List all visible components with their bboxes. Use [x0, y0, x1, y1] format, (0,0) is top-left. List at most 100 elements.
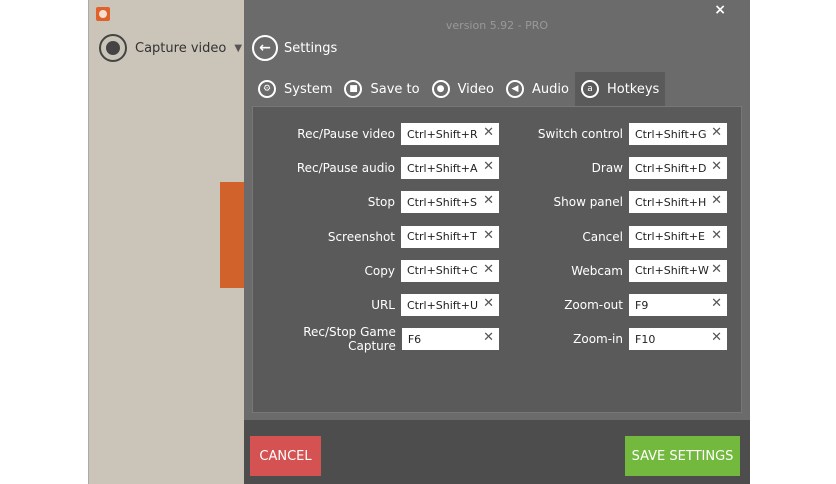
clear-icon[interactable]: ✕	[711, 193, 722, 208]
hotkey-row: Screenshot Ctrl+Shift+T ✕	[327, 225, 499, 248]
clear-icon[interactable]: ✕	[483, 125, 494, 140]
hotkey-label: Zoom-in	[573, 332, 623, 347]
tab-video[interactable]: ● Video	[426, 72, 500, 106]
clear-icon[interactable]: ✕	[711, 330, 722, 345]
hotkey-label: Stop	[367, 195, 395, 210]
record-icon: ●	[431, 80, 450, 98]
chevron-down-icon: ▼	[234, 42, 243, 54]
hotkey-label: Show panel	[553, 195, 624, 210]
tab-label: System	[284, 81, 333, 97]
hotkey-value: Ctrl+Shift+A	[407, 161, 478, 175]
hotkey-input[interactable]: Ctrl+Shift+T ✕	[401, 225, 499, 248]
speaker-icon: ◀	[506, 80, 525, 98]
hotkey-value: Ctrl+Shift+W	[635, 264, 709, 278]
clear-icon[interactable]: ✕	[711, 228, 722, 243]
hotkey-row: Zoom-out F9 ✕	[564, 294, 727, 316]
hotkey-input[interactable]: Ctrl+Shift+D ✕	[629, 157, 727, 180]
hotkey-input[interactable]: F9 ✕	[629, 294, 727, 316]
hotkey-row: Rec/Pause audio Ctrl+Shift+A ✕	[297, 157, 499, 180]
hotkey-input[interactable]: Ctrl+Shift+C ✕	[401, 259, 499, 282]
hotkey-input[interactable]: F6 ✕	[401, 328, 499, 351]
close-button[interactable]: ×	[714, 2, 726, 18]
clear-icon[interactable]: ✕	[483, 159, 494, 174]
hotkey-row: Show panel Ctrl+Shift+H ✕	[553, 191, 727, 214]
hotkey-value: Ctrl+Shift+S	[407, 195, 477, 209]
clear-icon[interactable]: ✕	[483, 296, 494, 311]
hotkey-label: URL	[371, 298, 395, 312]
capture-mode-label: Capture video	[135, 40, 227, 56]
tab-label: Audio	[532, 81, 569, 97]
hotkey-input[interactable]: Ctrl+Shift+A ✕	[401, 157, 499, 180]
tab-system[interactable]: ⚙ System	[252, 72, 338, 106]
hotkey-label: Copy	[364, 263, 395, 278]
hotkey-row: Rec/Pause video Ctrl+Shift+R ✕	[297, 123, 499, 145]
clear-icon[interactable]: ✕	[483, 193, 494, 208]
hotkey-row: Cancel Ctrl+Shift+E ✕	[582, 225, 727, 248]
hotkey-row: URL Ctrl+Shift+U ✕	[371, 294, 499, 316]
cancel-button[interactable]: CANCEL	[250, 436, 321, 476]
hotkey-input[interactable]: Ctrl+Shift+U ✕	[401, 294, 499, 316]
hotkey-row: Switch control Ctrl+Shift+G ✕	[538, 123, 727, 145]
tab-label: Video	[457, 81, 495, 97]
hotkey-value: Ctrl+Shift+R	[407, 127, 478, 141]
page-title: Settings	[284, 40, 338, 56]
clear-icon[interactable]: ✕	[711, 296, 722, 311]
hotkey-value: Ctrl+Shift+U	[407, 298, 479, 312]
hotkey-label: Rec/Pause video	[297, 127, 395, 141]
hotkey-label: Zoom-out	[564, 298, 623, 312]
clear-icon[interactable]: ✕	[483, 262, 494, 277]
settings-panel: version 5.92 - PRO × ← Settings ⚙ System …	[244, 0, 750, 484]
hotkey-row: Zoom-in F10 ✕	[573, 328, 727, 351]
hotkey-label: Switch control	[537, 127, 623, 141]
tab-label: Hotkeys	[606, 81, 660, 97]
record-icon	[99, 34, 127, 62]
hotkey-row: Stop Ctrl+Shift+S ✕	[367, 191, 499, 214]
gears-icon: ⚙	[258, 80, 276, 98]
hotkey-input[interactable]: Ctrl+Shift+R ✕	[401, 123, 499, 145]
back-button[interactable]: ← Settings	[252, 35, 337, 61]
hotkey-value: F10	[635, 332, 656, 346]
tab-save-to[interactable]: ■ Save to	[338, 72, 425, 106]
clear-icon[interactable]: ✕	[711, 262, 722, 277]
tab-bar: ⚙ System ■ Save to ● Video ◀ Audio a Hotkeys	[252, 72, 666, 106]
hotkeys-content: Rec/Pause video Ctrl+Shift+R ✕ Rec/Pause au…	[252, 106, 742, 413]
hotkey-value: F9	[635, 298, 649, 312]
hotkey-label: Rec/Stop Game Capture	[303, 325, 396, 354]
folder-icon: ■	[344, 80, 363, 98]
hotkey-value: Ctrl+Shift+G	[635, 127, 707, 141]
hotkey-label: Webcam	[571, 263, 623, 278]
arrow-left-icon: ←	[252, 35, 278, 61]
hotkey-row: Copy Ctrl+Shift+C ✕	[364, 259, 499, 282]
hotkey-input[interactable]: Ctrl+Shift+G ✕	[629, 123, 727, 145]
hotkey-input[interactable]: F10 ✕	[629, 328, 727, 351]
hotkey-row: Draw Ctrl+Shift+D ✕	[591, 157, 727, 180]
hotkey-input[interactable]: Ctrl+Shift+E ✕	[629, 225, 727, 248]
clear-icon[interactable]: ✕	[483, 228, 494, 243]
hotkey-value: F6	[407, 332, 422, 346]
footer: CANCEL SAVE SETTINGS	[244, 420, 750, 484]
version-label: version 5.92 - PRO	[445, 19, 549, 32]
hotkey-value: Ctrl+Shift+H	[635, 195, 707, 209]
save-settings-button[interactable]: SAVE SETTINGS	[625, 436, 740, 476]
clear-icon[interactable]: ✕	[483, 330, 494, 345]
hotkey-value: Ctrl+Shift+C	[407, 264, 478, 278]
hotkey-label: Draw	[591, 161, 623, 176]
keyboard-icon: a	[580, 80, 599, 98]
hotkey-label: Screenshot	[327, 229, 395, 244]
hotkey-row: Webcam Ctrl+Shift+W ✕	[571, 259, 727, 282]
tab-audio[interactable]: ◀ Audio	[500, 72, 575, 106]
app-logo-icon	[96, 7, 110, 21]
hotkey-value: Ctrl+Shift+D	[635, 161, 707, 175]
hotkey-label: Cancel	[582, 229, 623, 244]
capture-mode-dropdown[interactable]: Capture video ▼	[99, 34, 242, 62]
tab-label: Save to	[370, 81, 420, 97]
hotkey-value: Ctrl+Shift+T	[407, 230, 477, 244]
hotkey-row: Rec/Stop Game Capture F6 ✕	[253, 325, 499, 354]
hotkey-input[interactable]: Ctrl+Shift+H ✕	[629, 191, 727, 214]
hotkey-input[interactable]: Ctrl+Shift+W ✕	[629, 259, 727, 282]
background-window	[220, 182, 244, 288]
hotkey-input[interactable]: Ctrl+Shift+S ✕	[401, 191, 499, 214]
tab-hotkeys[interactable]: a Hotkeys	[574, 72, 666, 106]
clear-icon[interactable]: ✕	[711, 159, 722, 174]
clear-icon[interactable]: ✕	[711, 125, 722, 140]
